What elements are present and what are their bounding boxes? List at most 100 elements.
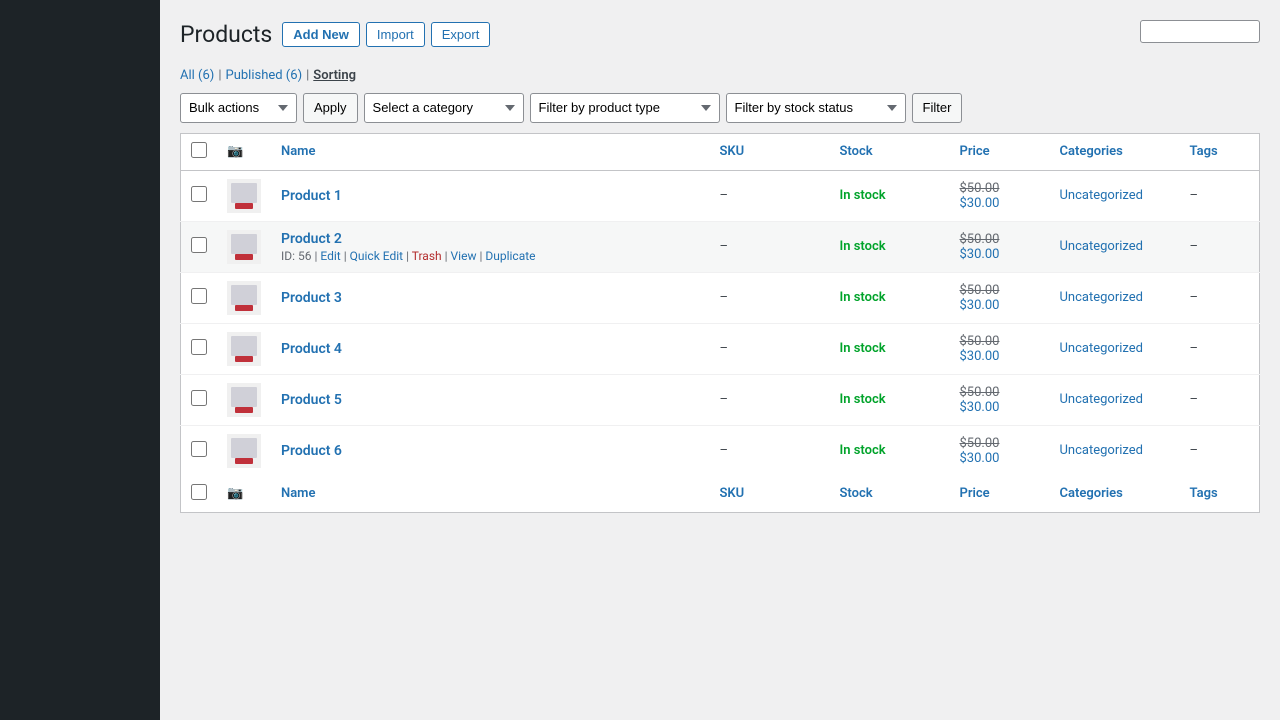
tfoot-categories[interactable]: Categories: [1050, 476, 1180, 513]
row-tags-cell: –: [1180, 272, 1260, 323]
row-stock-cell: In stock: [830, 323, 950, 374]
subnav-all[interactable]: All (6): [180, 68, 214, 83]
row-stock-cell: In stock: [830, 374, 950, 425]
select-all-checkbox[interactable]: [191, 142, 207, 158]
row-checkbox-3[interactable]: [191, 288, 207, 304]
row-sku-cell: –: [710, 374, 830, 425]
row-checkbox-5[interactable]: [191, 390, 207, 406]
row-categories-cell: Uncategorized: [1050, 425, 1180, 476]
product-name-link-2[interactable]: Product 2: [281, 231, 342, 247]
row-checkbox-cell: [181, 323, 218, 374]
product-type-filter-select[interactable]: Filter by product type: [530, 93, 720, 123]
price-original: $50.00: [960, 436, 1040, 451]
th-name-label: Name: [281, 144, 315, 159]
th-stock[interactable]: Stock: [830, 133, 950, 170]
row-sku-cell: –: [710, 170, 830, 221]
view-link[interactable]: View: [451, 249, 477, 263]
table-row: Product 1 ID: 55 | Edit | Quick Edit | T…: [181, 170, 1260, 221]
row-name-cell: Product 6 ID: 60 | Edit | Quick Edit | T…: [271, 425, 710, 476]
subav-sep-1: |: [218, 68, 221, 83]
price-sale: $30.00: [960, 400, 1040, 415]
import-button[interactable]: Import: [366, 22, 425, 47]
th-tags-label: Tags: [1190, 144, 1218, 159]
product-thumbnail: [227, 434, 261, 468]
tfoot-stock[interactable]: Stock: [830, 476, 950, 513]
category-link[interactable]: Uncategorized: [1060, 188, 1143, 203]
product-search-input[interactable]: [1140, 20, 1260, 43]
category-link[interactable]: Uncategorized: [1060, 239, 1143, 254]
category-link[interactable]: Uncategorized: [1060, 290, 1143, 305]
sidebar: [0, 0, 160, 720]
row-checkbox-cell: [181, 374, 218, 425]
th-checkbox: [181, 133, 218, 170]
row-image-cell: [217, 272, 271, 323]
stock-status-filter-select[interactable]: Filter by stock status: [726, 93, 906, 123]
export-button[interactable]: Export: [431, 22, 491, 47]
duplicate-link[interactable]: Duplicate: [485, 249, 535, 263]
product-name-link-4[interactable]: Product 4: [281, 341, 342, 357]
table-footer-row: 📷 Name SKU Stock Price Catego: [181, 476, 1260, 513]
add-new-button[interactable]: Add New: [282, 22, 360, 47]
tfoot-price[interactable]: Price: [950, 476, 1050, 513]
product-name-link-6[interactable]: Product 6: [281, 443, 342, 459]
row-name-cell: Product 5 ID: 59 | Edit | Quick Edit | T…: [271, 374, 710, 425]
products-table: 📷 Name SKU Stock Price Catego: [180, 133, 1260, 513]
edit-link[interactable]: Edit: [320, 249, 340, 263]
th-name[interactable]: Name: [271, 133, 710, 170]
tfoot-name-label: Name: [281, 486, 315, 501]
filter-button[interactable]: Filter: [912, 93, 963, 123]
row-tags-cell: –: [1180, 374, 1260, 425]
row-name-cell: Product 2 ID: 56 | Edit | Quick Edit | T…: [271, 221, 710, 272]
subnav-published[interactable]: Published (6): [226, 68, 303, 83]
price-original: $50.00: [960, 181, 1040, 196]
product-name-link-1[interactable]: Product 1: [281, 188, 342, 204]
tfoot-sku-label: SKU: [720, 486, 745, 501]
th-sku-label: SKU: [720, 144, 745, 159]
subnav-current: Sorting: [313, 68, 356, 83]
tfoot-checkbox: [181, 476, 218, 513]
stock-status: In stock: [840, 290, 886, 305]
tfoot-name[interactable]: Name: [271, 476, 710, 513]
trash-link[interactable]: Trash: [412, 249, 442, 263]
th-tags[interactable]: Tags: [1180, 133, 1260, 170]
row-checkbox-2[interactable]: [191, 237, 207, 253]
category-link[interactable]: Uncategorized: [1060, 341, 1143, 356]
row-checkbox-6[interactable]: [191, 441, 207, 457]
apply-button[interactable]: Apply: [303, 93, 358, 123]
row-checkbox-1[interactable]: [191, 186, 207, 202]
th-price-label: Price: [960, 144, 990, 159]
row-categories-cell: Uncategorized: [1050, 374, 1180, 425]
tfoot-sku[interactable]: SKU: [710, 476, 830, 513]
page-title: Products: [180, 20, 272, 50]
table-row: Product 6 ID: 60 | Edit | Quick Edit | T…: [181, 425, 1260, 476]
row-actions: ID: 56 | Edit | Quick Edit | Trash | Vie…: [281, 249, 700, 263]
th-categories[interactable]: Categories: [1050, 133, 1180, 170]
row-checkbox-4[interactable]: [191, 339, 207, 355]
quick-edit-link[interactable]: Quick Edit: [350, 249, 403, 263]
main-content: Products Add New Import Export All (6) |…: [160, 0, 1280, 720]
stock-status: In stock: [840, 188, 886, 203]
category-link[interactable]: Uncategorized: [1060, 443, 1143, 458]
stock-status: In stock: [840, 239, 886, 254]
tfoot-image: 📷: [217, 476, 271, 513]
tfoot-stock-label: Stock: [840, 486, 873, 501]
row-stock-cell: In stock: [830, 272, 950, 323]
subav-sep-2: |: [306, 68, 309, 83]
th-price[interactable]: Price: [950, 133, 1050, 170]
bulk-actions-select[interactable]: Bulk actions Delete Move to Trash: [180, 93, 297, 123]
product-name-link-3[interactable]: Product 3: [281, 290, 342, 306]
row-sku-cell: –: [710, 323, 830, 374]
price-sale: $30.00: [960, 349, 1040, 364]
row-image-cell: [217, 374, 271, 425]
category-link[interactable]: Uncategorized: [1060, 392, 1143, 407]
category-filter-select[interactable]: Select a category: [364, 93, 524, 123]
toolbar: Bulk actions Delete Move to Trash Apply …: [180, 93, 1260, 123]
row-checkbox-cell: [181, 425, 218, 476]
price-sale: $30.00: [960, 298, 1040, 313]
product-name-link-5[interactable]: Product 5: [281, 392, 342, 408]
tfoot-tags[interactable]: Tags: [1180, 476, 1260, 513]
th-sku[interactable]: SKU: [710, 133, 830, 170]
select-all-footer-checkbox[interactable]: [191, 484, 207, 500]
row-price-cell: $50.00 $30.00: [950, 272, 1050, 323]
tfoot-price-label: Price: [960, 486, 990, 501]
